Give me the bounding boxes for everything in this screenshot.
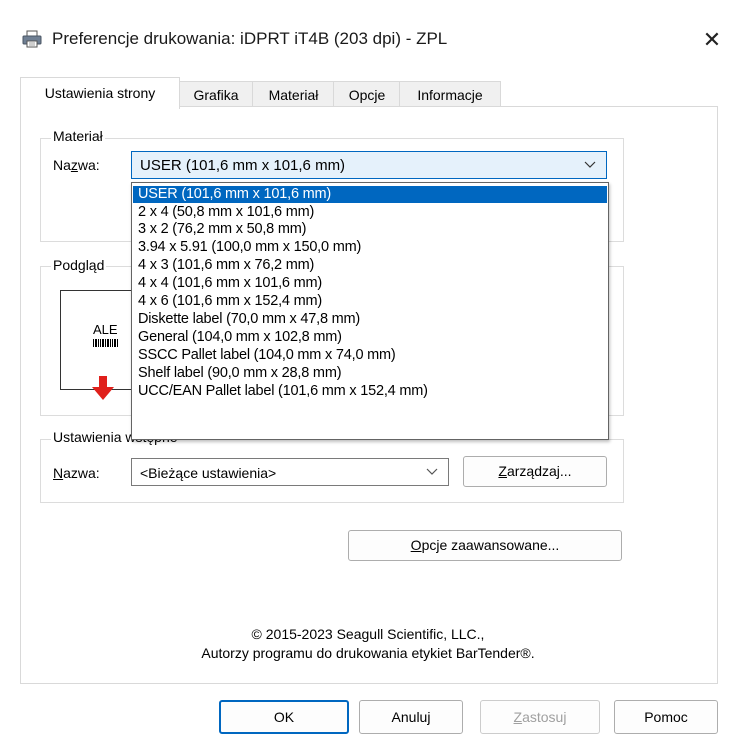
material-dropdown-list: USER (101,6 mm x 101,6 mm) 2 x 4 (50,8 m… <box>131 182 609 440</box>
material-name-dropdown[interactable]: USER (101,6 mm x 101,6 mm) <box>131 151 607 179</box>
tab-page-settings[interactable]: Ustawienia strony <box>20 77 180 109</box>
close-button[interactable]: ✕ <box>694 20 730 60</box>
dropdown-option-user[interactable]: USER (101,6 mm x 101,6 mm) <box>133 186 607 203</box>
dropdown-option-diskette-label[interactable]: Diskette label (70,0 mm x 47,8 mm) <box>133 311 607 328</box>
preset-name-label: Nazwa: <box>53 465 100 481</box>
dropdown-option-3x2[interactable]: 3 x 2 (76,2 mm x 50,8 mm) <box>133 221 607 238</box>
authors-text: Autorzy programu do drukowania etykiet B… <box>201 645 535 661</box>
preview-group-label: Podgląd <box>51 257 107 273</box>
printer-icon <box>22 30 42 48</box>
close-icon: ✕ <box>702 27 722 52</box>
barcode-icon <box>93 339 118 347</box>
dropdown-option-general[interactable]: General (104,0 mm x 102,8 mm) <box>133 329 607 346</box>
tab-options[interactable]: Opcje <box>333 81 401 108</box>
preview-sample-text: ALE <box>93 322 118 337</box>
dropdown-option-4x6[interactable]: 4 x 6 (101,6 mm x 152,4 mm) <box>133 293 607 310</box>
material-group-label: Materiał <box>51 128 105 144</box>
material-name-label: Nazwa: <box>53 157 100 173</box>
dropdown-option-4x4[interactable]: 4 x 4 (101,6 mm x 101,6 mm) <box>133 275 607 292</box>
copyright-text: © 2015-2023 Seagull Scientific, LLC., <box>251 626 485 642</box>
tab-information[interactable]: Informacje <box>399 81 501 108</box>
dropdown-option-3-94x5-91[interactable]: 3.94 x 5.91 (100,0 mm x 150,0 mm) <box>133 239 607 256</box>
chevron-down-icon <box>426 468 438 475</box>
feed-direction-arrow-icon <box>92 376 114 400</box>
dropdown-option-4x3[interactable]: 4 x 3 (101,6 mm x 76,2 mm) <box>133 257 607 274</box>
ok-button[interactable]: OK <box>219 700 349 734</box>
preset-selected-value: <Bieżące ustawienia> <box>140 465 277 481</box>
cancel-button[interactable]: Anuluj <box>359 700 463 734</box>
dropdown-option-ucc-ean-pallet-label[interactable]: UCC/EAN Pallet label (101,6 mm x 152,4 m… <box>133 383 607 400</box>
help-button[interactable]: Pomoc <box>614 700 718 734</box>
tab-material[interactable]: Materiał <box>252 81 335 108</box>
tab-graphics[interactable]: Grafika <box>178 81 254 108</box>
apply-button[interactable]: Zastosuj <box>480 700 600 734</box>
manage-presets-button[interactable]: Zarządzaj... <box>463 456 607 487</box>
window-title: Preferencje drukowania: iDPRT iT4B (203 … <box>52 29 448 48</box>
dropdown-option-2x4[interactable]: 2 x 4 (50,8 mm x 101,6 mm) <box>133 204 607 221</box>
material-selected-value: USER (101,6 mm x 101,6 mm) <box>140 157 346 174</box>
advanced-options-button[interactable]: Opcje zaawansowane... <box>348 530 622 561</box>
dropdown-option-sscc-pallet-label[interactable]: SSCC Pallet label (104,0 mm x 74,0 mm) <box>133 347 607 364</box>
chevron-down-icon <box>584 161 596 168</box>
preset-name-dropdown[interactable]: <Bieżące ustawienia> <box>131 458 449 486</box>
dropdown-option-shelf-label[interactable]: Shelf label (90,0 mm x 28,8 mm) <box>133 365 607 382</box>
